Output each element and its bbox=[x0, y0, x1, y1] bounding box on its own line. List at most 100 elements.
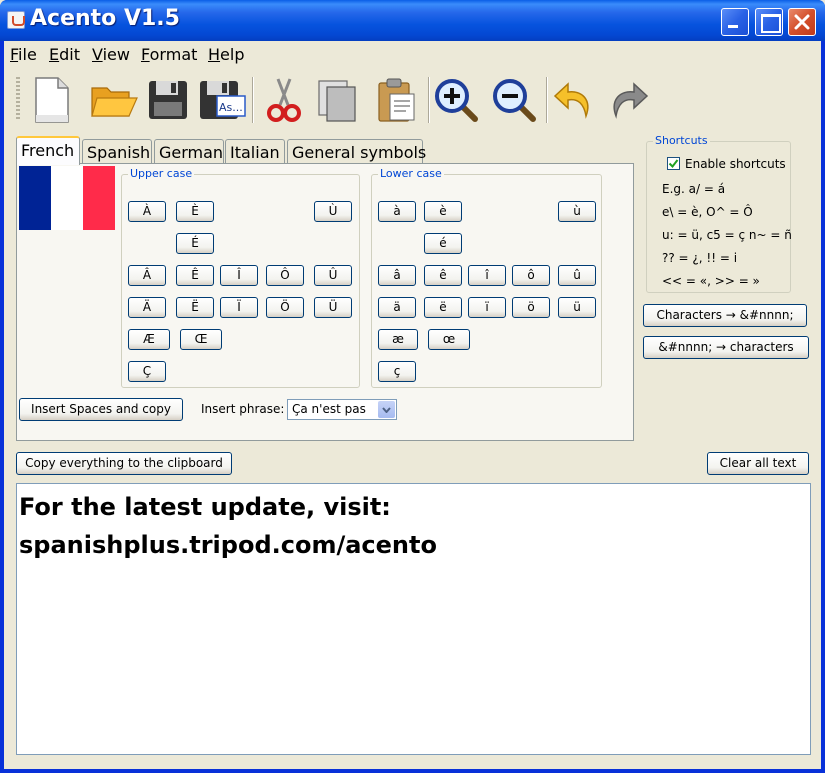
shortcut-example-5: << = «, >> = » bbox=[662, 274, 760, 288]
tab-german[interactable]: German bbox=[154, 139, 224, 165]
undo-button[interactable] bbox=[546, 72, 602, 128]
key-lower-e-uml[interactable]: ë bbox=[424, 297, 462, 318]
key-lower-o-circ[interactable]: ô bbox=[512, 265, 550, 286]
key-upper-i-circ[interactable]: Î bbox=[220, 265, 258, 286]
zoom-out-icon bbox=[493, 79, 536, 122]
new-file-button[interactable] bbox=[24, 72, 80, 128]
key-upper-e-circ[interactable]: Ê bbox=[176, 265, 214, 286]
insert-phrase-label: Insert phrase: bbox=[201, 402, 285, 416]
key-upper-oe[interactable]: Œ bbox=[180, 329, 222, 350]
key-upper-a-grave[interactable]: À bbox=[128, 201, 166, 222]
toolbar: As... bbox=[4, 69, 821, 131]
key-lower-e-acute[interactable]: é bbox=[424, 233, 462, 254]
key-lower-a-circ[interactable]: â bbox=[378, 265, 416, 286]
key-upper-a-circ[interactable]: Â bbox=[128, 265, 166, 286]
insert-spaces-copy-button[interactable]: Insert Spaces and copy bbox=[19, 398, 183, 421]
key-upper-o-uml[interactable]: Ö bbox=[266, 297, 304, 318]
key-upper-i-uml[interactable]: Ï bbox=[220, 297, 258, 318]
key-upper-c-cedilla[interactable]: Ç bbox=[128, 361, 166, 382]
key-lower-u-grave[interactable]: ù bbox=[558, 201, 596, 222]
editor-line-2: spanishplus.tripod.com/acento bbox=[19, 531, 437, 559]
key-upper-ae[interactable]: Æ bbox=[128, 329, 170, 350]
open-folder-icon bbox=[91, 87, 138, 117]
shortcut-example-4: ?? = ¿, !! = i bbox=[662, 251, 738, 265]
main-text-area[interactable]: For the latest update, visit: spanishplu… bbox=[16, 483, 811, 755]
characters-to-entities-button[interactable]: Characters → &#nnnn; bbox=[643, 304, 807, 327]
enable-shortcuts-checkbox[interactable] bbox=[667, 157, 680, 170]
undo-icon bbox=[553, 82, 589, 119]
key-upper-e-uml[interactable]: Ë bbox=[176, 297, 214, 318]
key-lower-ae[interactable]: æ bbox=[378, 329, 418, 350]
menu-view[interactable]: View bbox=[92, 45, 130, 64]
zoom-in-button[interactable] bbox=[428, 72, 484, 128]
title-bar[interactable]: Acento V1.5 bbox=[0, 0, 825, 41]
open-folder-button[interactable] bbox=[86, 72, 142, 128]
new-file-icon bbox=[35, 77, 69, 123]
key-lower-a-grave[interactable]: à bbox=[378, 201, 416, 222]
key-lower-e-grave[interactable]: è bbox=[424, 201, 462, 222]
menu-bar: File Edit View Format Help bbox=[4, 41, 821, 67]
menu-format[interactable]: Format bbox=[141, 45, 197, 64]
menu-file[interactable]: File bbox=[10, 45, 37, 64]
key-upper-o-circ[interactable]: Ô bbox=[266, 265, 304, 286]
tab-spanish[interactable]: Spanish bbox=[82, 139, 152, 165]
save-button[interactable] bbox=[140, 72, 196, 128]
shortcuts-group: Shortcuts Enable shortcuts E.g. a/ = á e… bbox=[646, 134, 792, 293]
copy-icon bbox=[318, 80, 356, 122]
flag-stripe-blue bbox=[19, 166, 51, 230]
java-app-icon[interactable] bbox=[7, 11, 25, 29]
application-window: Acento V1.5 File Edit View Format Help A… bbox=[0, 0, 825, 773]
key-upper-u-circ[interactable]: Û bbox=[314, 265, 352, 286]
menu-help[interactable]: Help bbox=[208, 45, 244, 64]
maximize-button[interactable] bbox=[755, 8, 783, 36]
key-upper-e-acute[interactable]: É bbox=[176, 233, 214, 254]
menu-edit[interactable]: Edit bbox=[49, 45, 80, 64]
flag-stripe-red bbox=[83, 166, 115, 230]
key-upper-u-grave[interactable]: Ù bbox=[314, 201, 352, 222]
toolbar-grip[interactable] bbox=[16, 77, 20, 121]
zoom-in-icon bbox=[435, 79, 478, 122]
copy-all-button[interactable]: Copy everything to the clipboard bbox=[16, 452, 232, 475]
save-as-icon: As... bbox=[200, 81, 246, 119]
cut-icon bbox=[267, 78, 301, 122]
key-lower-o-uml[interactable]: ö bbox=[512, 297, 550, 318]
chevron-down-icon[interactable] bbox=[378, 401, 395, 418]
shortcut-example-1: E.g. a/ = á bbox=[662, 182, 726, 196]
key-lower-u-circ[interactable]: û bbox=[558, 265, 596, 286]
save-as-button[interactable]: As... bbox=[194, 72, 250, 128]
checkmark-icon bbox=[668, 159, 679, 169]
cut-button[interactable] bbox=[256, 72, 312, 128]
shortcut-example-2: e\ = è, O^ = Ô bbox=[662, 205, 753, 219]
key-lower-e-circ[interactable]: ê bbox=[424, 265, 462, 286]
key-lower-i-uml[interactable]: ï bbox=[468, 297, 506, 318]
french-flag bbox=[19, 166, 115, 230]
clear-all-button[interactable]: Clear all text bbox=[707, 452, 809, 475]
key-upper-a-uml[interactable]: Ä bbox=[128, 297, 166, 318]
key-lower-a-uml[interactable]: ä bbox=[378, 297, 416, 318]
zoom-out-button[interactable] bbox=[486, 72, 542, 128]
shortcut-example-3: u: = ü, c5 = ç n~ = ñ bbox=[662, 228, 792, 242]
key-lower-oe[interactable]: œ bbox=[428, 329, 470, 350]
minimize-button[interactable] bbox=[721, 8, 749, 36]
flag-stripe-white bbox=[51, 166, 83, 230]
enable-shortcuts-label[interactable]: Enable shortcuts bbox=[685, 157, 786, 171]
save-icon bbox=[149, 81, 187, 119]
key-lower-u-uml[interactable]: ü bbox=[558, 297, 596, 318]
close-button[interactable] bbox=[788, 8, 816, 36]
paste-button[interactable] bbox=[368, 72, 424, 128]
copy-button[interactable] bbox=[310, 72, 366, 128]
toolbar-separator bbox=[252, 77, 254, 123]
entities-to-characters-button[interactable]: &#nnnn; → characters bbox=[643, 336, 809, 359]
key-upper-e-grave[interactable]: È bbox=[176, 201, 214, 222]
key-lower-c-cedilla[interactable]: ç bbox=[378, 361, 416, 382]
redo-button[interactable] bbox=[600, 72, 656, 128]
lower-case-title: Lower case bbox=[378, 167, 444, 180]
tab-general-symbols[interactable]: General symbols bbox=[287, 139, 426, 165]
upper-case-title: Upper case bbox=[128, 167, 195, 180]
key-upper-u-uml[interactable]: Ü bbox=[314, 297, 352, 318]
key-lower-i-circ[interactable]: î bbox=[468, 265, 506, 286]
insert-phrase-select[interactable]: Ça n'est pas bbox=[287, 399, 397, 420]
upper-case-group: Upper case À È Ù É Â Ê Î Ô Û Ä Ë Ï Ö Ü Æ… bbox=[121, 167, 360, 388]
tab-french[interactable]: French bbox=[16, 136, 80, 165]
tab-italian[interactable]: Italian bbox=[225, 139, 285, 165]
